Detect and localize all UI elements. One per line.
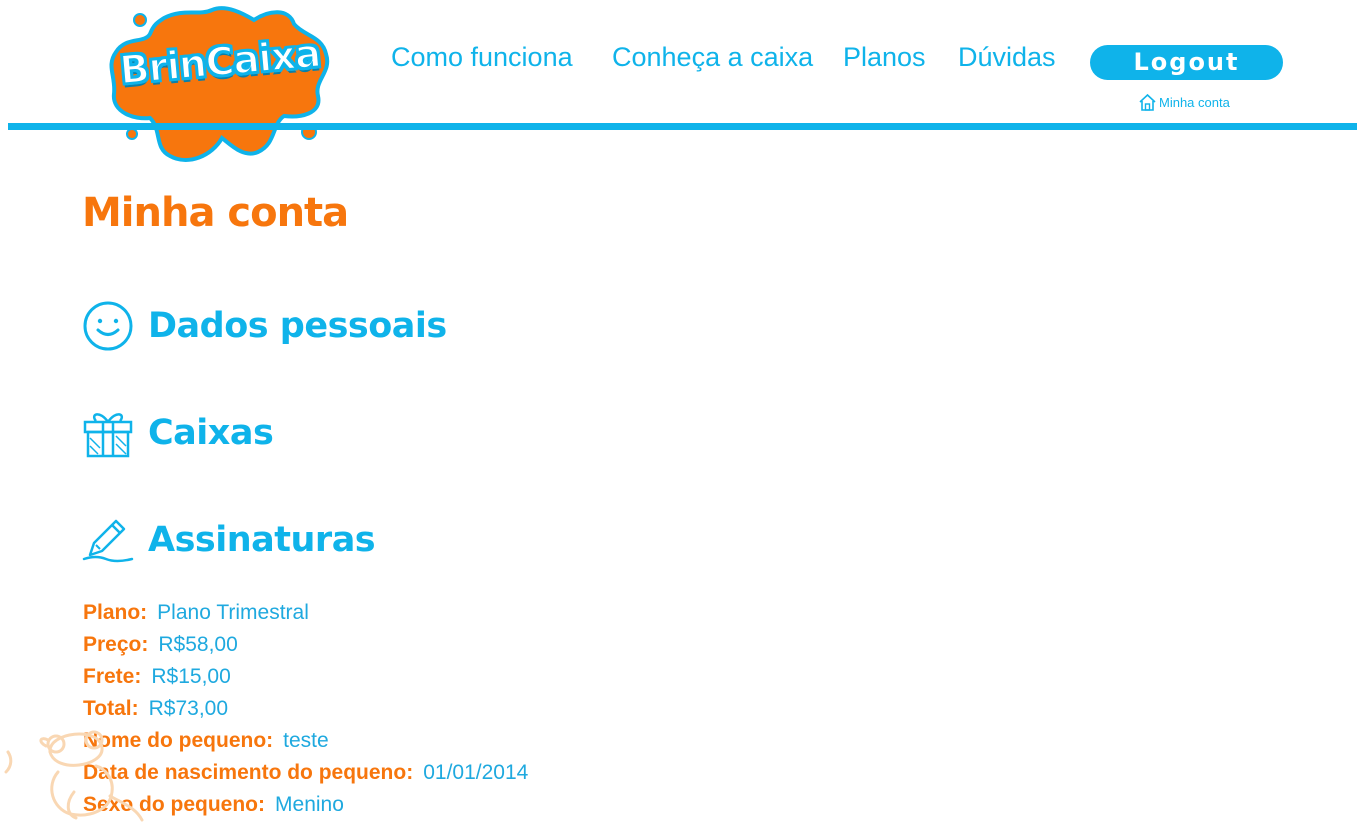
nav-duvidas[interactable]: Dúvidas bbox=[958, 42, 1056, 73]
detail-value: teste bbox=[283, 729, 329, 752]
detail-value: R$73,00 bbox=[148, 697, 229, 720]
header-divider bbox=[8, 123, 1357, 130]
detail-row-frete: Frete: R$15,00 bbox=[83, 661, 528, 693]
home-icon bbox=[1139, 93, 1156, 111]
minha-conta-label: Minha conta bbox=[1159, 94, 1230, 110]
brincaixa-logo[interactable]: BrinCaixa bbox=[104, 6, 336, 168]
detail-value: R$58,00 bbox=[158, 633, 238, 656]
detail-label: Preço: bbox=[83, 633, 149, 656]
section-assinaturas[interactable]: Assinaturas bbox=[82, 515, 376, 565]
detail-label: Total: bbox=[83, 697, 139, 720]
detail-value: Plano Trimestral bbox=[157, 601, 309, 624]
nav-planos[interactable]: Planos bbox=[843, 42, 926, 73]
detail-value: 01/01/2014 bbox=[423, 761, 529, 784]
section-dados-pessoais[interactable]: Dados pessoais bbox=[82, 300, 447, 352]
logout-button[interactable]: Logout bbox=[1090, 45, 1283, 80]
detail-value: Menino bbox=[275, 793, 344, 816]
section-caixas[interactable]: Caixas bbox=[82, 408, 274, 458]
detail-value: R$15,00 bbox=[151, 665, 231, 688]
gift-box-icon bbox=[83, 413, 133, 458]
nav-conheca-a-caixa[interactable]: Conheça a caixa bbox=[612, 42, 813, 73]
teddy-bear-decoration-icon bbox=[4, 730, 144, 822]
smiley-face-icon bbox=[83, 301, 133, 351]
section-title-caixas: Caixas bbox=[148, 413, 274, 453]
pencil-signature-icon bbox=[82, 519, 134, 563]
detail-row-plano: Plano: Plano Trimestral bbox=[83, 597, 528, 629]
section-title-assinaturas: Assinaturas bbox=[148, 520, 376, 560]
nav-como-funciona[interactable]: Como funciona bbox=[391, 42, 573, 73]
detail-label: Plano: bbox=[83, 601, 148, 624]
detail-label: Frete: bbox=[83, 665, 142, 688]
page-title: Minha conta bbox=[82, 190, 349, 236]
detail-row-preco: Preço: R$58,00 bbox=[83, 629, 528, 661]
minha-conta-link[interactable]: Minha conta bbox=[1138, 92, 1230, 112]
section-title-dados-pessoais: Dados pessoais bbox=[148, 306, 447, 346]
detail-row-total: Total: R$73,00 bbox=[83, 693, 528, 725]
